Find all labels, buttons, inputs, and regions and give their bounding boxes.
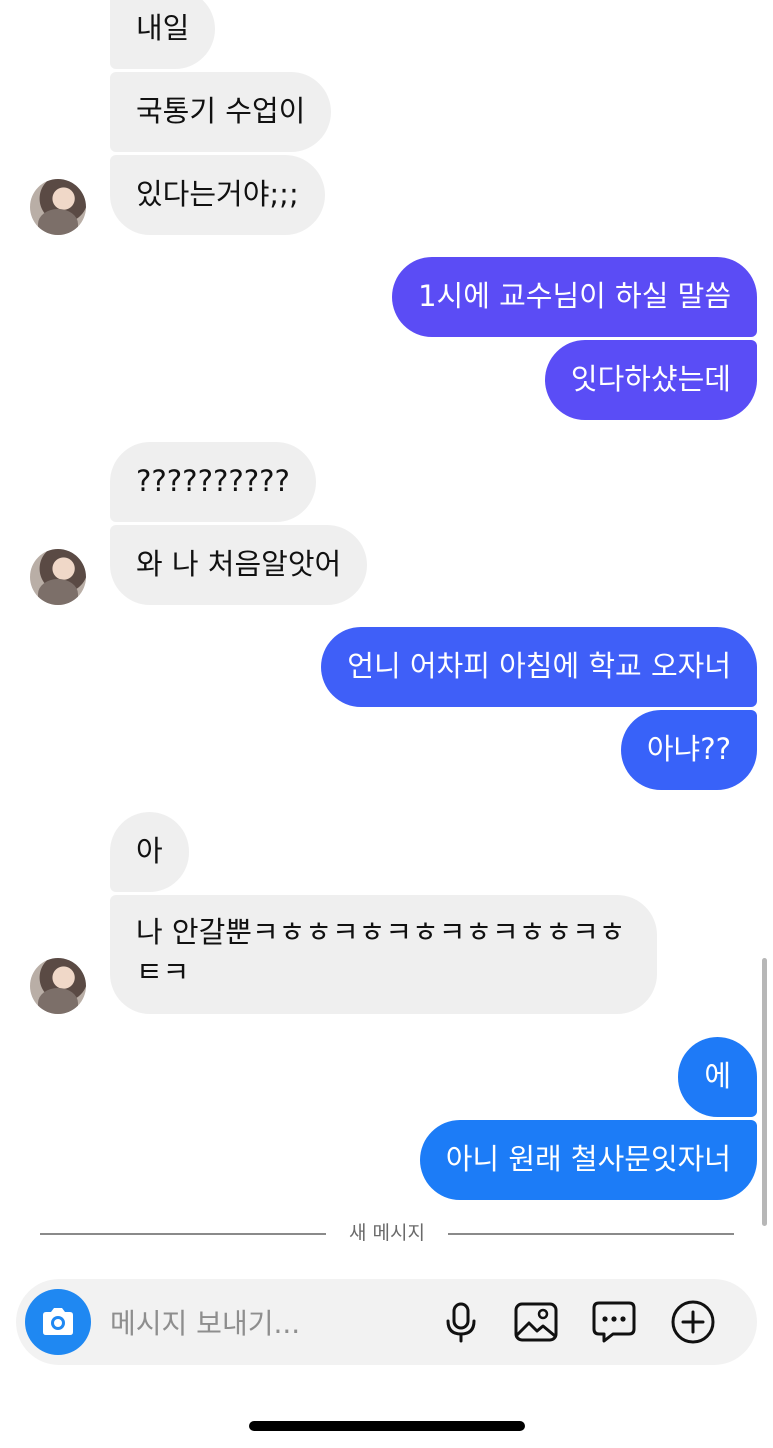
message-input[interactable] <box>108 1300 442 1346</box>
incoming-message[interactable]: 국통기 수업이 <box>110 72 332 152</box>
incoming-message[interactable]: 나 안갈뿐ㅋㅎㅎㅋㅎㅋㅎㅋㅎㅋㅎㅎㅋㅎ ㅌㅋ <box>110 895 657 1014</box>
chat-bubble-dots-icon[interactable] <box>591 1299 637 1345</box>
outgoing-message[interactable]: 아니 원래 철사문잇자너 <box>419 1120 757 1200</box>
outgoing-message[interactable]: 잇다하샸는데 <box>544 340 757 420</box>
incoming-message[interactable]: 내일 <box>110 0 216 69</box>
incoming-message[interactable]: 아 <box>110 812 189 892</box>
microphone-icon[interactable] <box>438 1299 484 1345</box>
home-indicator <box>249 1421 525 1431</box>
message-composer <box>16 1279 757 1365</box>
camera-icon <box>43 1308 73 1335</box>
incoming-message[interactable]: 와 나 처음알앗어 <box>110 525 368 605</box>
sender-avatar[interactable] <box>30 549 86 605</box>
incoming-message[interactable]: 있다는거야;;; <box>110 155 325 235</box>
outgoing-message[interactable]: 1시에 교수님이 하실 말씀 <box>392 257 757 337</box>
camera-button[interactable] <box>25 1289 91 1355</box>
sender-avatar[interactable] <box>30 958 86 1014</box>
outgoing-message[interactable]: 언니 어차피 아침에 학교 오자너 <box>321 627 757 707</box>
incoming-message[interactable]: ?????????? <box>110 442 316 522</box>
sender-avatar[interactable] <box>30 179 86 235</box>
plus-circle-icon[interactable] <box>670 1299 716 1345</box>
outgoing-message[interactable]: 에 <box>678 1037 757 1117</box>
message-thread: 내일 국통기 수업이 있다는거야;;; 1시에 교수님이 하실 말씀 잇다하샸는… <box>0 0 773 1230</box>
new-messages-divider: 새 메시지 <box>40 1220 734 1246</box>
divider-line <box>448 1233 734 1235</box>
scrollbar[interactable] <box>762 958 767 1226</box>
image-icon[interactable] <box>513 1299 559 1345</box>
outgoing-message[interactable]: 아냐?? <box>620 710 757 790</box>
